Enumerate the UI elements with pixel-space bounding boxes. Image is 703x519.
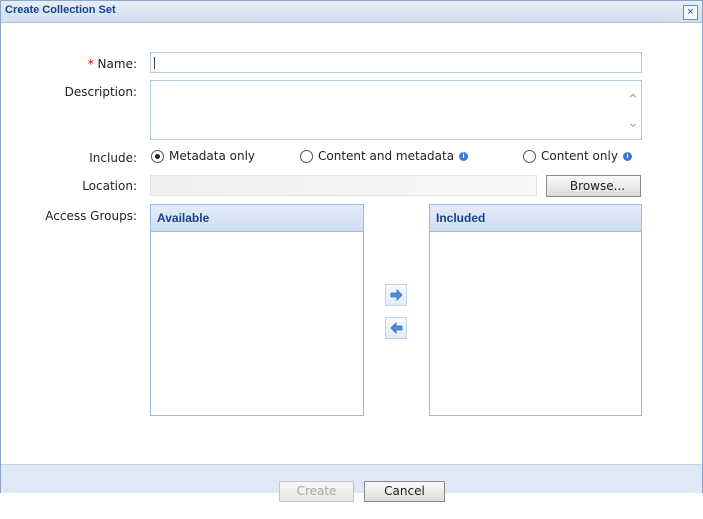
create-button[interactable]: Create xyxy=(279,481,354,502)
radio-content-and-metadata[interactable]: Content and metadata i xyxy=(300,149,469,163)
name-label: Name: xyxy=(97,57,137,71)
description-textarea[interactable]: ⌃ ⌄ xyxy=(150,80,642,140)
scroll-down-icon[interactable]: ⌄ xyxy=(627,116,639,130)
arrow-left-icon[interactable] xyxy=(385,317,407,339)
close-icon[interactable]: × xyxy=(683,5,698,20)
info-icon[interactable]: i xyxy=(622,151,632,161)
description-label: Description: xyxy=(64,85,137,99)
available-list[interactable]: Available xyxy=(150,204,364,416)
scroll-up-icon[interactable]: ⌃ xyxy=(627,93,639,107)
radio-unselected-icon[interactable] xyxy=(523,149,536,163)
available-header: Available xyxy=(151,205,363,232)
included-header: Included xyxy=(430,205,641,232)
radio-label: Metadata only xyxy=(169,149,256,163)
location-field xyxy=(150,175,537,196)
name-input[interactable] xyxy=(150,52,642,73)
arrow-right-icon[interactable] xyxy=(385,284,407,306)
radio-unselected-icon[interactable] xyxy=(300,149,313,163)
name-label-row: * Name: xyxy=(1,57,137,71)
included-list[interactable]: Included xyxy=(429,204,642,416)
radio-label: Content and metadata xyxy=(318,149,455,163)
radio-metadata-only[interactable]: Metadata only xyxy=(151,149,255,163)
dialog-footer: Create Cancel xyxy=(1,464,702,502)
radio-content-only[interactable]: Content only i xyxy=(523,149,632,163)
radio-label: Content only xyxy=(541,149,618,163)
cancel-button[interactable]: Cancel xyxy=(364,481,445,502)
create-collection-set-dialog: Create Collection Set × * Name: Descript… xyxy=(0,0,703,502)
browse-button[interactable]: Browse... xyxy=(546,175,641,197)
info-icon[interactable]: i xyxy=(459,151,469,161)
include-label: Include: xyxy=(89,151,137,165)
dialog-titlebar: Create Collection Set × xyxy=(1,1,702,23)
access-groups-label: Access Groups: xyxy=(45,209,137,223)
radio-selected-icon[interactable] xyxy=(151,149,164,163)
dialog-title: Create Collection Set xyxy=(5,4,116,16)
text-caret xyxy=(154,57,155,69)
location-label: Location: xyxy=(82,179,137,193)
required-marker: * xyxy=(87,57,94,71)
close-glyph: × xyxy=(687,6,694,18)
